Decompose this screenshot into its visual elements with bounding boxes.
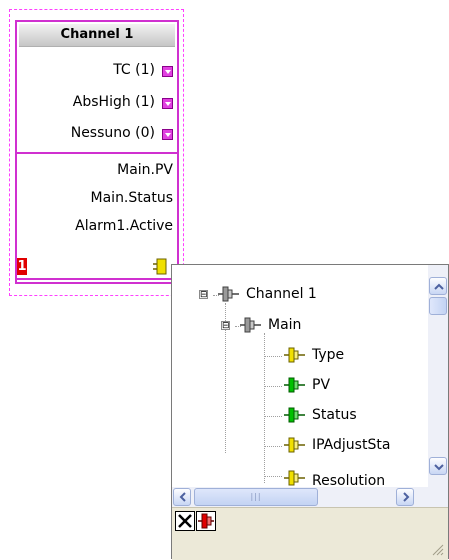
connector-yellow-icon[interactable] <box>153 258 169 275</box>
input-dropdown-1-icon[interactable] <box>162 66 173 77</box>
tree-guide <box>264 446 282 447</box>
collapse-icon[interactable]: ⊟ <box>199 290 208 300</box>
function-block[interactable]: Channel 1 TC (1) AbsHigh (1) Nessuno (0)… <box>15 20 179 284</box>
chevron-left-icon <box>179 492 186 502</box>
connector-green-icon <box>284 377 305 393</box>
block-separator <box>17 152 177 154</box>
output-label-2[interactable]: Main.Status <box>91 190 173 206</box>
tree-item-type[interactable]: Type <box>312 346 344 364</box>
parameter-tree[interactable]: ⊟ Channel 1 ⊟ Main Type PV Status IPAdju… <box>172 265 428 487</box>
tree-node-channel[interactable]: Channel 1 <box>246 285 317 303</box>
tree-item-pv[interactable]: PV <box>312 376 330 394</box>
vertical-scrollbar[interactable] <box>428 265 448 487</box>
tree-guide <box>264 416 282 417</box>
resize-grip-icon[interactable] <box>430 542 444 556</box>
connector-yellow-icon <box>284 437 305 453</box>
tree-item-ipadjust[interactable]: IPAdjustSta <box>312 436 390 454</box>
output-label-3[interactable]: Alarm1.Active <box>75 218 173 234</box>
block-title: Channel 1 <box>19 24 175 47</box>
connector-gray-icon <box>240 317 261 333</box>
input-dropdown-3-icon[interactable] <box>162 129 173 140</box>
tree-node-main[interactable]: Main <box>268 316 301 334</box>
chevron-up-icon <box>434 283 444 290</box>
connector-gray-icon <box>218 286 239 302</box>
scrollbar-corner <box>428 487 448 507</box>
connector-yellow-icon <box>284 347 305 363</box>
input-label-1: TC (1) <box>113 62 155 78</box>
input-label-3: Nessuno (0) <box>70 125 155 141</box>
connector-green-icon <box>284 407 305 423</box>
block-index-badge: 1 <box>17 258 27 275</box>
connector-yellow-icon <box>284 470 305 486</box>
connection-browser-popup[interactable]: ⊟ Channel 1 ⊟ Main Type PV Status IPAdju… <box>171 264 449 560</box>
connector-red-icon[interactable] <box>196 511 216 531</box>
close-x-icon[interactable] <box>175 511 195 531</box>
chevron-down-icon <box>434 464 444 471</box>
tree-guide <box>264 356 282 357</box>
scroll-down-button[interactable] <box>429 457 447 475</box>
chevron-right-icon <box>403 492 410 502</box>
tree-item-status[interactable]: Status <box>312 406 357 424</box>
output-label-1[interactable]: Main.PV <box>117 162 173 178</box>
popup-toolbar <box>172 507 448 560</box>
input-dropdown-2-icon[interactable] <box>162 98 173 109</box>
horizontal-scrollbar[interactable]: ||| <box>172 487 428 507</box>
tree-guide <box>264 476 282 477</box>
tree-guide <box>264 386 282 387</box>
scroll-right-button[interactable] <box>396 488 414 506</box>
scroll-left-button[interactable] <box>173 488 191 506</box>
collapse-icon[interactable]: ⊟ <box>221 321 230 331</box>
input-label-2: AbsHigh (1) <box>72 94 155 110</box>
tree-guide <box>264 333 265 483</box>
block-bottom-border <box>17 278 177 280</box>
horizontal-scroll-thumb[interactable]: ||| <box>194 488 318 506</box>
scroll-up-button[interactable] <box>429 277 447 295</box>
tree-item-resolution[interactable]: Resolution <box>312 472 385 487</box>
vertical-scroll-thumb[interactable] <box>429 297 447 315</box>
